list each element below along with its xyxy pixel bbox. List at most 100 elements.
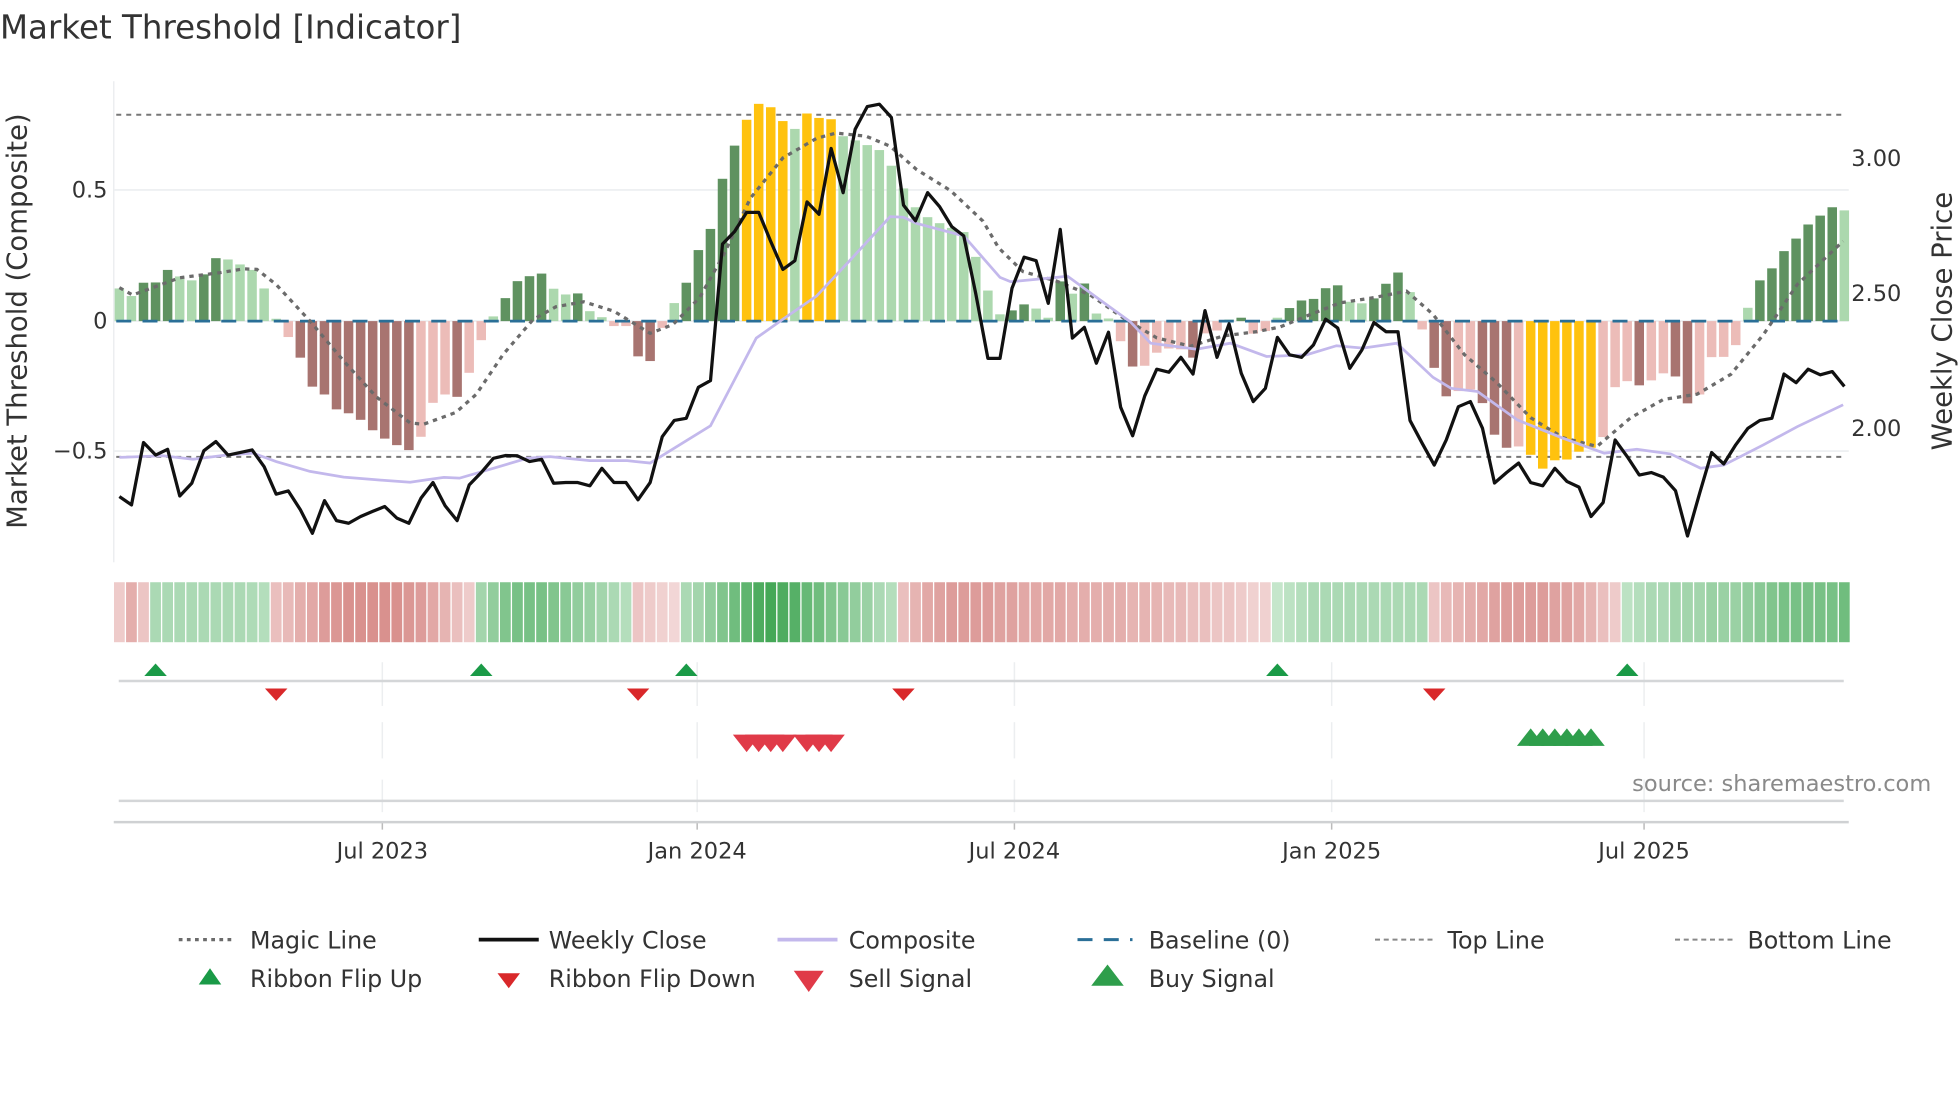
composite-bar bbox=[187, 280, 197, 322]
ribbon-cell bbox=[1296, 582, 1307, 643]
composite-bar bbox=[1525, 321, 1536, 455]
composite-bar bbox=[1574, 321, 1584, 452]
ribbon-cell bbox=[307, 582, 318, 643]
ribbon-cell bbox=[1103, 582, 1114, 643]
ribbon-cell bbox=[1066, 582, 1078, 643]
composite-bar bbox=[1369, 298, 1379, 322]
composite-bar bbox=[1308, 298, 1319, 322]
composite-bar bbox=[1055, 281, 1065, 322]
ribbon-cell bbox=[1332, 582, 1344, 643]
ribbon-cell bbox=[1042, 582, 1054, 643]
composite-bar bbox=[1538, 321, 1548, 469]
ribbon-cell bbox=[729, 582, 740, 643]
composite-bar bbox=[416, 321, 426, 437]
composite-bar bbox=[283, 321, 293, 338]
composite-bar bbox=[874, 150, 885, 322]
ribbon-cell bbox=[1320, 582, 1331, 643]
ribbon-cell bbox=[234, 582, 246, 643]
ribbon-cell bbox=[1392, 582, 1404, 643]
composite-bar bbox=[1357, 303, 1367, 322]
ribbon-cell bbox=[741, 582, 752, 643]
composite-bar bbox=[1682, 321, 1693, 404]
ribbon-cell bbox=[1018, 582, 1030, 643]
composite-bar bbox=[1634, 321, 1644, 386]
ribbon-cell bbox=[1284, 582, 1295, 643]
composite-bar bbox=[1550, 321, 1560, 461]
composite-bar bbox=[934, 223, 945, 322]
ribbon-cell bbox=[1452, 582, 1464, 643]
x-tick-label: Jan 2024 bbox=[646, 838, 747, 864]
ribbon-cell bbox=[644, 582, 656, 643]
y-axis-left-label: Market Threshold (Composite) bbox=[1, 113, 33, 528]
legend-weekly-close: Weekly Close bbox=[549, 926, 707, 954]
ribbon-cell bbox=[1380, 582, 1392, 643]
ribbon-cell bbox=[1597, 582, 1609, 643]
ribbon-cell bbox=[1211, 582, 1223, 643]
ribbon-cell bbox=[608, 582, 620, 643]
ribbon-flip-down-marker bbox=[626, 688, 650, 701]
composite-bar bbox=[223, 259, 233, 322]
composite-bar bbox=[1706, 321, 1717, 358]
composite-bar bbox=[319, 321, 330, 395]
ribbon-cell bbox=[680, 582, 692, 643]
ribbon-cell bbox=[1235, 582, 1247, 643]
ribbon-cell bbox=[620, 582, 632, 643]
ribbon-cell bbox=[1030, 582, 1042, 643]
legend-sell-icon bbox=[793, 970, 824, 993]
ribbon-cell bbox=[367, 582, 379, 643]
ribbon-cell bbox=[246, 582, 258, 643]
composite-bar bbox=[452, 321, 462, 397]
composite-bar bbox=[1513, 321, 1524, 447]
ribbon-cell bbox=[1356, 582, 1368, 643]
composite-bar bbox=[307, 321, 318, 387]
composite-bar bbox=[247, 269, 257, 322]
composite-bar bbox=[922, 217, 933, 322]
composite-bar bbox=[1646, 321, 1657, 381]
ribbon-cell bbox=[403, 582, 415, 643]
composite-bar bbox=[1767, 268, 1777, 322]
legend-flip-up-icon bbox=[198, 968, 222, 985]
composite-bar bbox=[862, 145, 872, 322]
legend: Magic Line Weekly Close Composite Baseli… bbox=[178, 926, 1892, 993]
composite-bar bbox=[573, 293, 583, 322]
ribbon-cell bbox=[1163, 582, 1175, 643]
composite-bar bbox=[1501, 321, 1512, 448]
ribbon-cell bbox=[1477, 582, 1488, 643]
ribbon-cell bbox=[1054, 582, 1066, 643]
composite-bar bbox=[693, 250, 704, 322]
ribbon-cell bbox=[1682, 582, 1693, 643]
signal-markers bbox=[144, 663, 1639, 753]
ribbon-cell bbox=[1187, 582, 1199, 643]
ribbon-cell bbox=[1501, 582, 1512, 643]
composite-bar bbox=[1694, 321, 1705, 395]
composite-bar bbox=[1755, 280, 1765, 322]
composite-bar bbox=[295, 321, 306, 358]
y-left-tick: 0.5 bbox=[72, 177, 108, 203]
composite-bar bbox=[174, 276, 185, 322]
composite-bars bbox=[114, 103, 1850, 469]
composite-bar bbox=[1610, 321, 1620, 388]
composite-bar bbox=[1815, 215, 1825, 322]
composite-bar bbox=[1429, 321, 1439, 368]
ribbon-cell bbox=[198, 582, 210, 643]
ribbon-cell bbox=[982, 582, 994, 643]
ribbon-cell bbox=[451, 582, 463, 643]
ribbon-cell bbox=[1645, 582, 1657, 643]
y-left-tick: 0 bbox=[93, 309, 107, 335]
ribbon-cell bbox=[138, 582, 149, 643]
ribbon-cell bbox=[186, 582, 198, 643]
legend-baseline: Baseline (0) bbox=[1149, 926, 1291, 954]
ribbon-cell bbox=[1259, 582, 1271, 643]
ribbon-cell bbox=[391, 582, 403, 643]
legend-bottom-line: Bottom Line bbox=[1748, 926, 1892, 954]
ribbon-cell bbox=[958, 582, 970, 643]
composite-bar bbox=[766, 107, 776, 322]
ribbon-cell bbox=[114, 582, 125, 643]
ribbon-cell bbox=[849, 582, 861, 643]
composite-bar bbox=[1465, 321, 1476, 390]
ribbon-cell bbox=[825, 582, 837, 643]
weekly-close-line bbox=[118, 102, 1846, 538]
ribbon-cell bbox=[1561, 582, 1573, 643]
x-tick-label: Jan 2025 bbox=[1280, 838, 1381, 864]
composite-bar bbox=[1115, 321, 1126, 342]
